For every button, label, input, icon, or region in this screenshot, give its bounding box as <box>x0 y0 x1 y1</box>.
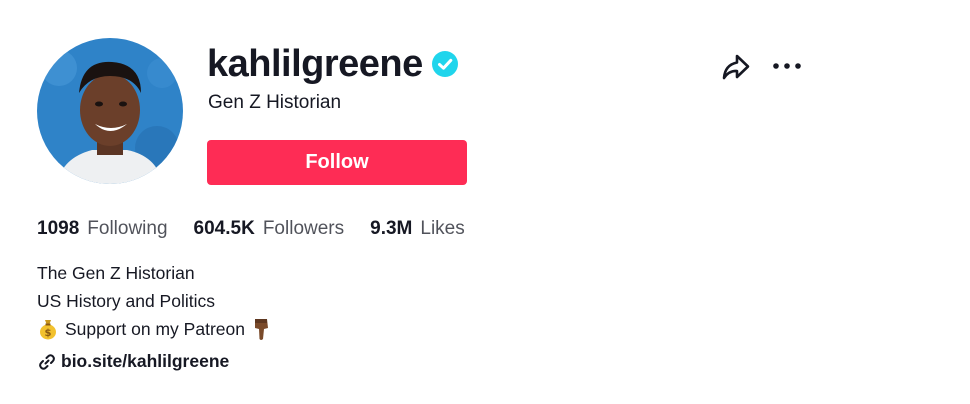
avatar[interactable] <box>37 38 183 184</box>
profile-header: kahlilgreene Gen Z Historian Follow 1098… <box>0 0 970 404</box>
link-icon <box>39 353 55 370</box>
bio-line: US History and Politics <box>37 291 215 311</box>
patreon-text: Support on my Patreon <box>65 319 245 339</box>
avatar-image <box>37 38 183 184</box>
followers-label: Followers <box>262 218 345 239</box>
bio: The Gen Z Historian US History and Polit… <box>37 259 273 343</box>
bio-line-patreon: $ Support on my Patreon <box>37 315 273 343</box>
following-label: Following <box>87 218 168 239</box>
share-button[interactable] <box>720 52 752 82</box>
following-count: 1098 <box>37 218 80 239</box>
follow-button[interactable]: Follow <box>207 140 467 185</box>
likes-label: Likes <box>420 218 465 239</box>
likes-count: 9.3M <box>370 218 413 239</box>
username: kahlilgreene <box>207 42 423 85</box>
nickname: Gen Z Historian <box>208 92 342 113</box>
stat-following[interactable]: 1098 Following <box>37 218 168 240</box>
bio-line: The Gen Z Historian <box>37 263 195 283</box>
verified-badge-icon <box>431 51 458 77</box>
bio-link[interactable]: bio.site/kahlilgreene <box>38 351 229 372</box>
bio-link-text: bio.site/kahlilgreene <box>61 351 230 371</box>
money-bag-icon: $ <box>40 320 56 340</box>
share-arrow-icon <box>722 54 750 80</box>
more-options-button[interactable] <box>771 55 803 77</box>
username-row: kahlilgreene <box>207 40 458 88</box>
stat-followers[interactable]: 604.5K Followers <box>194 218 345 240</box>
followers-count: 604.5K <box>193 218 255 239</box>
svg-text:$: $ <box>45 328 52 339</box>
pointing-down-hand-icon <box>254 319 268 340</box>
stat-likes: 9.3M Likes <box>370 218 465 240</box>
more-dots-icon <box>773 63 801 69</box>
profile-stats: 1098 Following 604.5K Followers 9.3M Lik… <box>37 218 491 240</box>
